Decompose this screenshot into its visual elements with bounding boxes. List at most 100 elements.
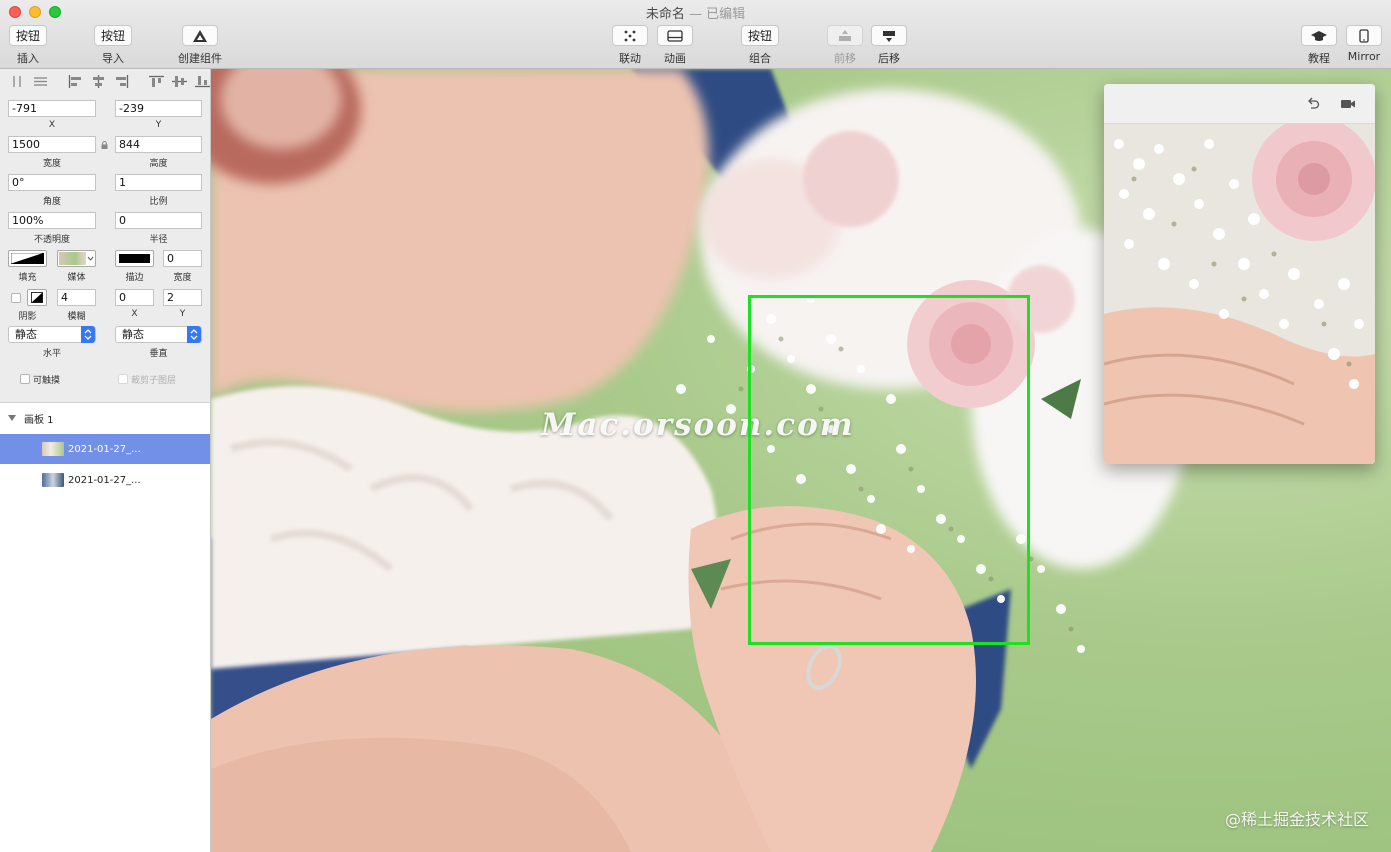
x-field[interactable]: -791: [8, 100, 96, 117]
phone-icon: [1359, 28, 1369, 43]
selection-rectangle[interactable]: [748, 295, 1030, 645]
group-tool[interactable]: 按钮 组合: [741, 25, 780, 66]
mirror-button[interactable]: [1346, 25, 1382, 46]
chevron-down-icon: [87, 256, 94, 261]
animate-label: 动画: [664, 52, 686, 65]
create-component-button[interactable]: [182, 25, 218, 46]
tutorial-label: 教程: [1308, 52, 1330, 65]
layers-panel: 画板 1 2021-01-27_... 2021-01-27_...: [0, 402, 210, 852]
shadow-color-icon: [31, 292, 43, 303]
shadow-x-field[interactable]: 0: [115, 289, 154, 306]
touchable-checkbox[interactable]: [20, 374, 30, 384]
edited-status: — 已编辑: [684, 7, 746, 22]
stroke-swatch[interactable]: [115, 250, 154, 267]
distribute-horizontal-icon[interactable]: [8, 73, 27, 89]
align-top-icon[interactable]: [147, 73, 166, 89]
width-field[interactable]: 1500: [8, 136, 96, 153]
layer-item[interactable]: 2021-01-27_...: [0, 434, 210, 464]
y-field[interactable]: -239: [115, 100, 202, 117]
bring-forward-tool[interactable]: 前移: [827, 25, 863, 66]
video-camera-icon[interactable]: [1340, 96, 1356, 112]
align-right-icon[interactable]: [112, 73, 131, 89]
y-label: Y: [155, 120, 162, 130]
artboard-group[interactable]: 画板 1: [0, 407, 210, 429]
document-name: 未命名: [645, 7, 685, 22]
align-center-horizontal-icon[interactable]: [89, 73, 108, 89]
stroke-width-field[interactable]: 0: [163, 250, 202, 267]
angle-field[interactable]: 0°: [8, 174, 96, 191]
select-arrows-icon: [81, 326, 95, 343]
stroke-label: 描边: [125, 273, 144, 283]
shadow-label: 阴影: [18, 312, 37, 322]
bring-forward-label: 前移: [834, 52, 856, 65]
horizontal-select[interactable]: 静态: [8, 326, 96, 343]
link-label: 联动: [619, 52, 641, 65]
scale-label: 比例: [149, 197, 168, 207]
disclosure-triangle-icon[interactable]: [8, 415, 16, 421]
layer-name: 2021-01-27_...: [68, 474, 141, 486]
artboard-name: 画板 1: [24, 414, 54, 426]
alignment-toolbar: [8, 71, 212, 91]
send-backward-label: 后移: [878, 52, 900, 65]
mirror-tool[interactable]: Mirror: [1346, 25, 1382, 63]
import-tool[interactable]: 按钮 导入: [94, 25, 133, 66]
bring-forward-button[interactable]: [827, 25, 863, 46]
vertical-select-value: 静态: [122, 328, 144, 341]
insert-button[interactable]: 按钮: [9, 25, 48, 46]
height-field[interactable]: 844: [115, 136, 202, 153]
bring-forward-icon: [839, 29, 851, 41]
shadow-y-field[interactable]: 2: [163, 289, 202, 306]
distribute-vertical-icon[interactable]: [31, 73, 50, 89]
send-backward-tool[interactable]: 后移: [871, 25, 907, 66]
shadow-y-label: Y: [179, 309, 186, 319]
shadow-color-swatch[interactable]: [27, 289, 47, 306]
preview-toolbar: [1104, 84, 1375, 124]
group-label: 组合: [749, 52, 771, 65]
import-label: 导入: [102, 52, 124, 65]
clip-children-label: 裁剪子图层: [131, 376, 177, 386]
touchable-label: 可触摸: [33, 376, 61, 386]
align-middle-icon[interactable]: [170, 73, 189, 89]
layer-thumbnail-icon: [42, 473, 64, 487]
radius-label: 半径: [149, 235, 168, 245]
window-toolbar: 未命名 — 已编辑 按钮 插入 按钮 导入 创建组件 联动 动画 按钮 组合 前…: [0, 0, 1391, 69]
create-component-tool[interactable]: 创建组件: [178, 25, 222, 66]
link-tool[interactable]: 联动: [612, 25, 648, 66]
lock-icon[interactable]: [101, 141, 108, 149]
import-button[interactable]: 按钮: [94, 25, 133, 46]
link-button[interactable]: [612, 25, 648, 46]
shadow-checkbox[interactable]: [11, 293, 21, 303]
window-title: 未命名 — 已编辑: [0, 3, 1391, 22]
insert-tool[interactable]: 按钮 插入: [9, 25, 48, 66]
create-component-label: 创建组件: [178, 52, 222, 65]
clip-children-checkbox[interactable]: [118, 374, 128, 384]
preview-image: [1104, 124, 1375, 464]
corner-watermark: @稀土掘金技术社区: [1224, 810, 1369, 829]
send-backward-button[interactable]: [871, 25, 907, 46]
undo-icon[interactable]: [1305, 96, 1321, 112]
tutorial-button[interactable]: [1301, 25, 1337, 46]
media-swatch[interactable]: [57, 250, 96, 267]
fill-label: 填充: [18, 273, 37, 283]
stroke-color-icon: [119, 254, 150, 263]
select-arrows-icon: [187, 326, 201, 343]
mirror-preview-window[interactable]: [1104, 84, 1375, 464]
fill-swatch[interactable]: [8, 250, 47, 267]
animate-button[interactable]: [657, 25, 693, 46]
blur-field[interactable]: 4: [57, 289, 96, 306]
animate-tool[interactable]: 动画: [657, 25, 693, 66]
width-label: 宽度: [42, 159, 61, 169]
tutorial-tool[interactable]: 教程: [1301, 25, 1337, 66]
media-label: 媒体: [67, 273, 86, 283]
align-bottom-icon[interactable]: [193, 73, 212, 89]
opacity-field[interactable]: 100%: [8, 212, 96, 229]
scale-field[interactable]: 1: [115, 174, 202, 191]
align-left-icon[interactable]: [66, 73, 85, 89]
angle-label: 角度: [42, 197, 61, 207]
opacity-label: 不透明度: [33, 235, 70, 245]
stroke-width-label: 宽度: [173, 273, 192, 283]
vertical-select[interactable]: 静态: [115, 326, 202, 343]
radius-field[interactable]: 0: [115, 212, 202, 229]
group-button[interactable]: 按钮: [741, 25, 780, 46]
layer-item[interactable]: 2021-01-27_...: [0, 465, 210, 495]
